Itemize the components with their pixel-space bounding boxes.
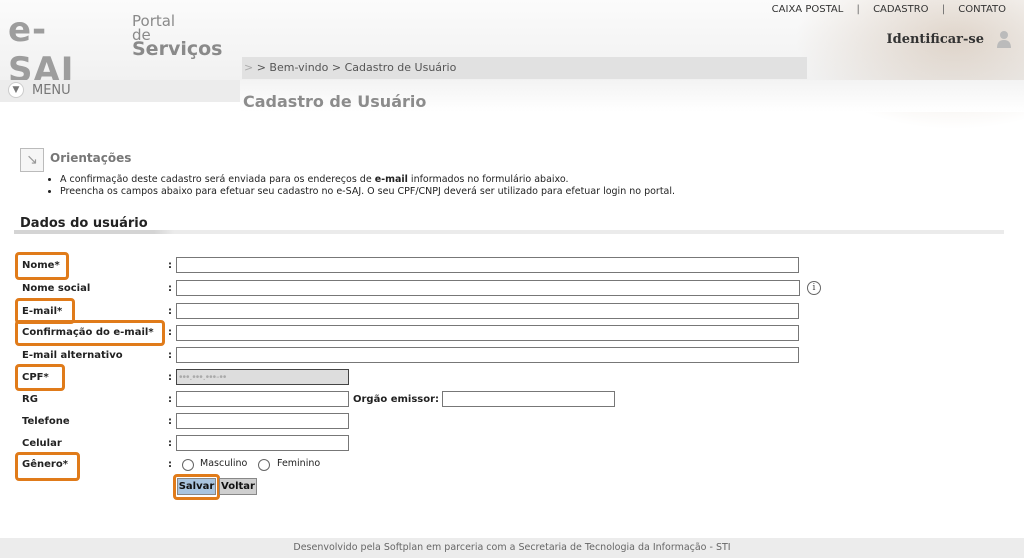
label-telefone: Telefone (22, 416, 70, 427)
save-button[interactable]: Salvar (177, 478, 216, 495)
colon: : (168, 459, 172, 470)
colon: : (168, 438, 172, 449)
orientation-item: Preencha os campos abaixo para efetuar s… (60, 186, 675, 198)
chevron-down-icon: ▼ (8, 82, 24, 98)
logo-portal-text: Portal de Serviços (132, 14, 223, 60)
colon: : (168, 416, 172, 427)
link-cadastro[interactable]: CADASTRO (867, 4, 934, 15)
top-links: CAIXA POSTAL | CADASTRO | CONTATO (766, 4, 1012, 15)
email-alt-input[interactable] (176, 347, 799, 363)
link-separator: | (941, 4, 946, 15)
colon: : (168, 260, 172, 271)
label-email-alt: E-mail alternativo (22, 350, 123, 361)
radio-label-masculino[interactable]: Masculino (200, 458, 247, 469)
orientations-list: A confirmação deste cadastro será enviad… (46, 174, 675, 198)
menu-label: MENU (32, 82, 71, 98)
nome-input[interactable] (176, 257, 799, 273)
radio-feminino[interactable] (258, 459, 270, 471)
identify-link[interactable]: Identificar-se (887, 32, 984, 47)
back-button[interactable]: Voltar (219, 478, 257, 495)
orientations-title: Orientações (50, 151, 132, 165)
orientation-item: A confirmação deste cadastro será enviad… (60, 174, 675, 186)
label-genero: Gênero* (22, 459, 68, 470)
user-icon[interactable] (996, 30, 1012, 48)
info-icon[interactable]: i (807, 281, 821, 295)
orientation-text: informados no formulário abaixo. (407, 174, 569, 185)
footer-text: Desenvolvido pela Softplan em parceria c… (0, 538, 1024, 558)
label-rg: RG (22, 394, 38, 405)
orgao-input[interactable] (442, 391, 615, 407)
orientation-text: A confirmação deste cadastro será enviad… (60, 174, 375, 185)
label-nome: Nome* (22, 260, 60, 271)
section-title: Dados do usuário (20, 216, 148, 231)
colon: : (168, 350, 172, 361)
orientation-text: Preencha os campos abaixo para efetuar s… (60, 186, 676, 197)
colon: : (168, 306, 172, 317)
label-email: E-mail* (22, 306, 63, 317)
label-nome-social: Nome social (22, 283, 91, 294)
telefone-input[interactable] (176, 413, 349, 429)
logo-portal-servicos: Serviços (132, 38, 223, 60)
radio-masculino[interactable] (182, 459, 194, 471)
celular-input[interactable] (176, 435, 349, 451)
link-caixa-postal[interactable]: CAIXA POSTAL (766, 4, 850, 15)
label-celular: Celular (22, 438, 62, 449)
page-title: Cadastro de Usuário (243, 92, 427, 111)
email-confirm-input[interactable] (176, 325, 799, 341)
colon: : (168, 327, 172, 338)
label-email-confirm: Confirmação do e-mail* (22, 327, 154, 338)
label-cpf: CPF* (22, 372, 49, 383)
logo-esaj-text: e-SAJ (8, 10, 75, 90)
email-input[interactable] (176, 303, 799, 319)
label-orgao: Orgão emissor: (353, 394, 440, 405)
section-divider (14, 230, 1004, 234)
breadcrumb: > > Bem-vindo > Cadastro de Usuário (242, 57, 807, 79)
colon: : (168, 394, 172, 405)
link-contato[interactable]: CONTATO (952, 4, 1012, 15)
orientation-bold: e-mail (374, 174, 408, 185)
colon: : (168, 372, 172, 383)
arrow-down-right-icon: ↘ (20, 148, 44, 172)
colon: : (168, 283, 172, 294)
breadcrumb-arrow: > (244, 61, 254, 74)
cpf-input (176, 369, 349, 385)
radio-label-feminino[interactable]: Feminino (277, 458, 320, 469)
rg-input[interactable] (176, 391, 349, 407)
breadcrumb-text[interactable]: > Bem-vindo > Cadastro de Usuário (257, 61, 457, 74)
menu-button[interactable]: ▼ MENU (8, 82, 71, 98)
nome-social-input[interactable] (176, 280, 800, 296)
link-separator: | (856, 4, 860, 15)
